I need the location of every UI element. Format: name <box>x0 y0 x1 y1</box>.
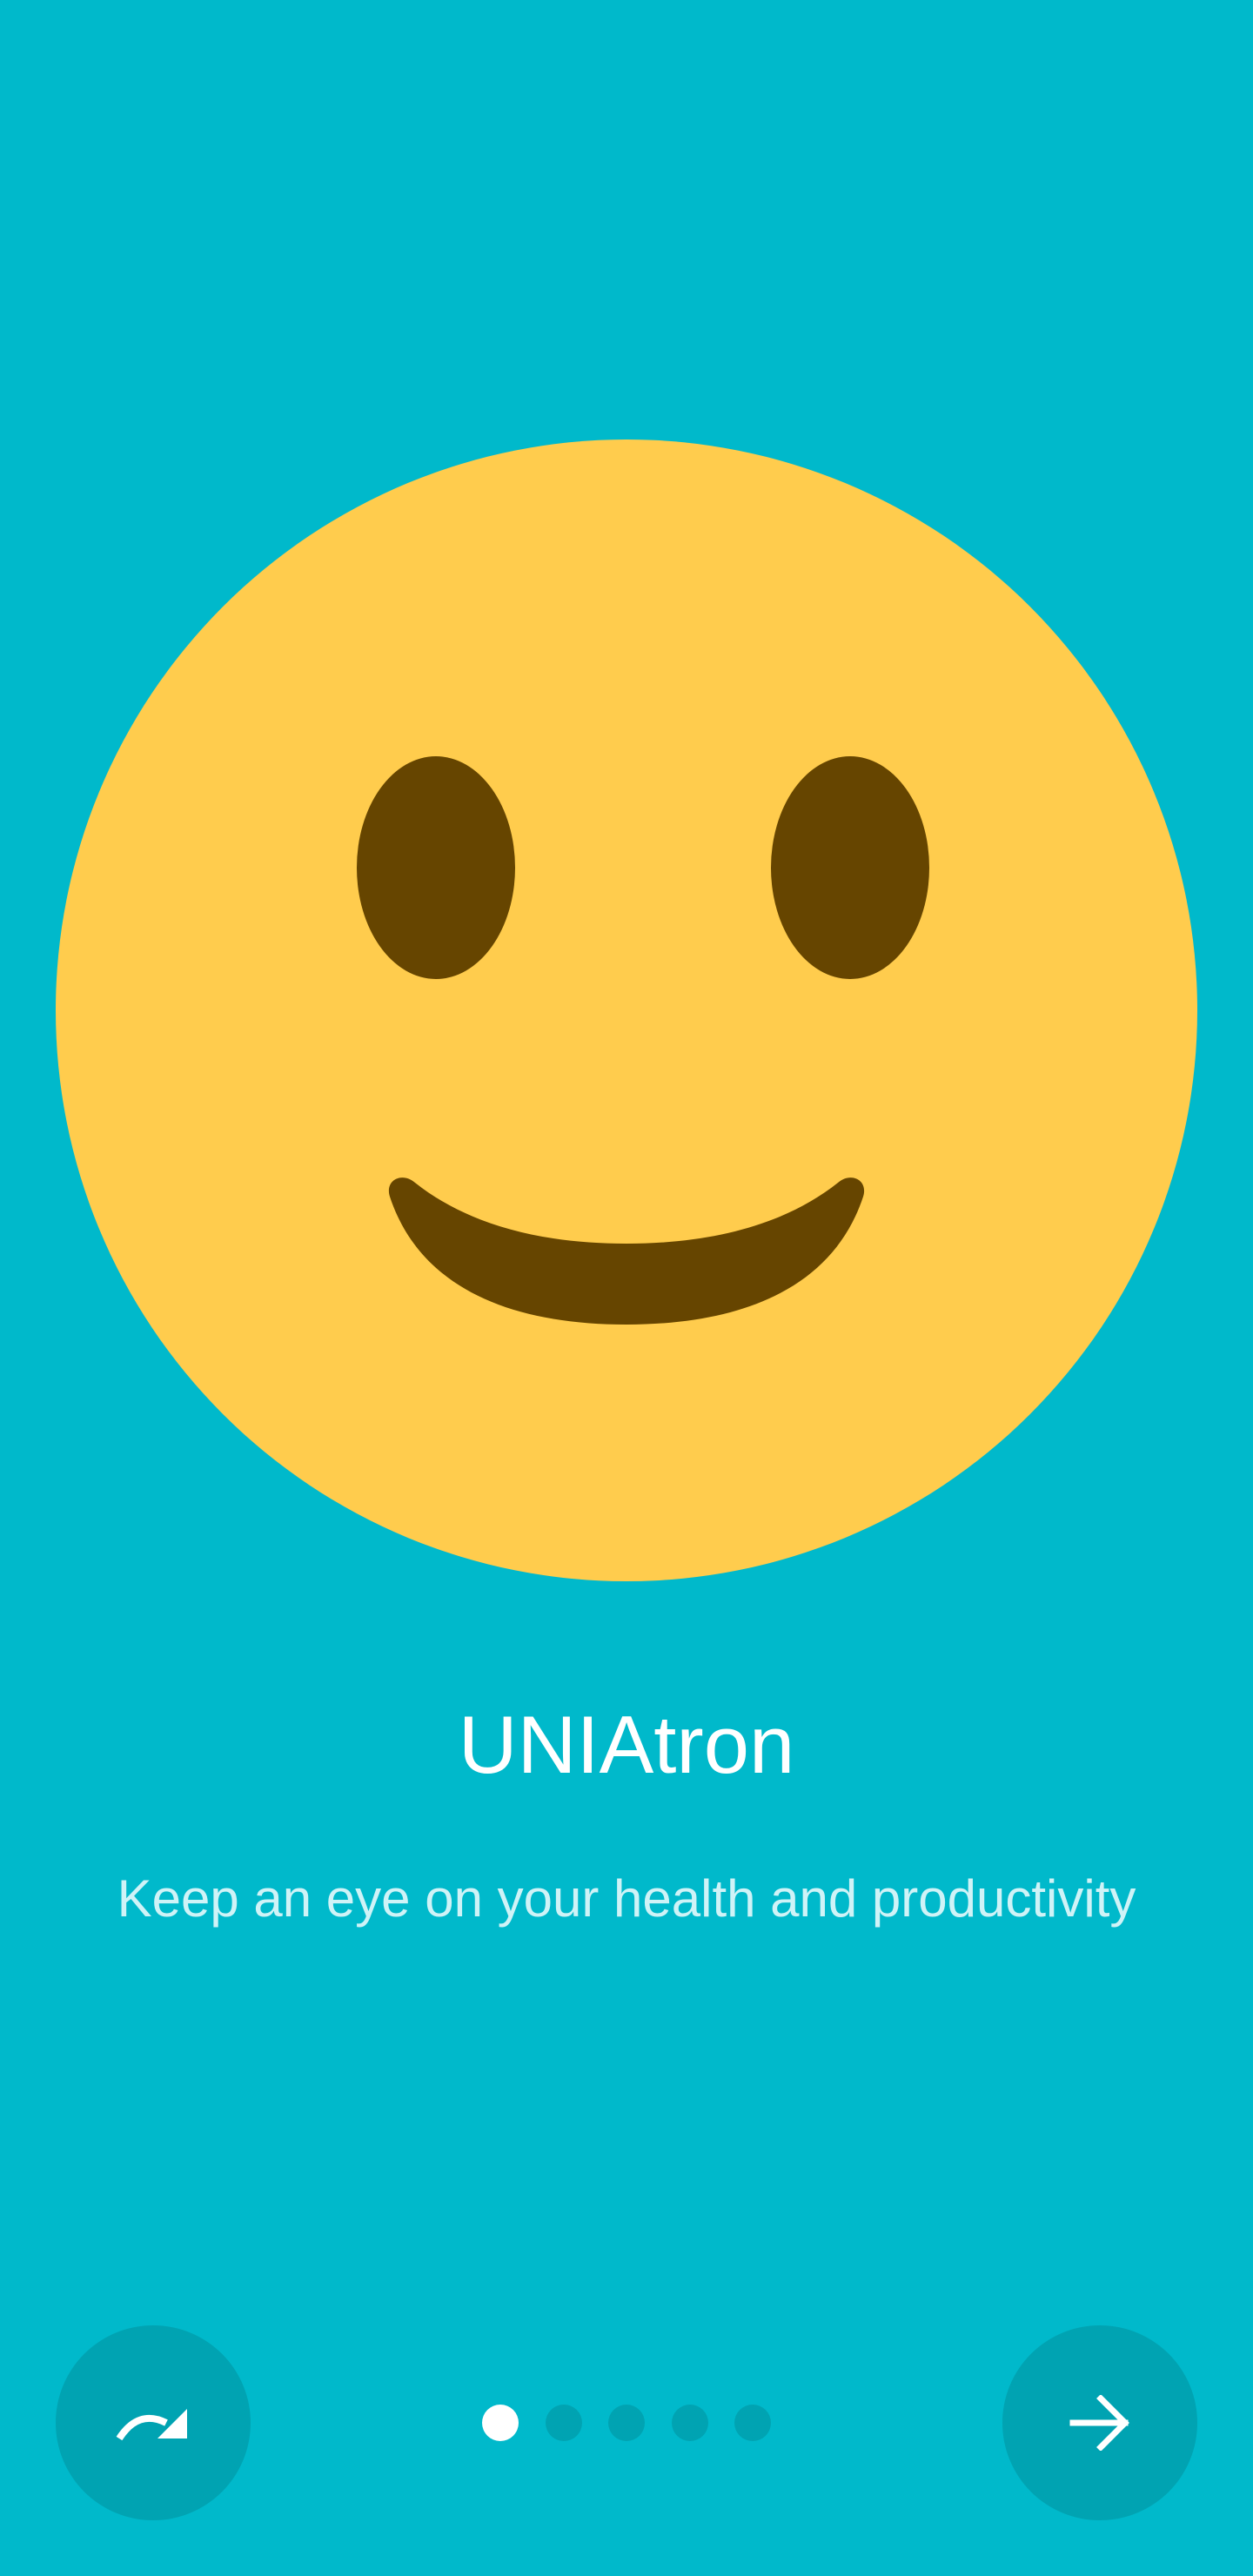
page-dot-4[interactable] <box>671 2405 708 2441</box>
app-tagline: Keep an eye on your health and productiv… <box>117 1869 1136 1928</box>
next-button[interactable] <box>1002 2325 1197 2520</box>
emoji-left-eye <box>357 756 515 979</box>
page-dot-1[interactable] <box>482 2405 519 2441</box>
emoji-face <box>56 439 1197 1581</box>
page-dot-2[interactable] <box>545 2405 582 2441</box>
page-dot-3[interactable] <box>608 2405 645 2441</box>
smiley-face-illustration <box>56 439 1197 1581</box>
arrow-right-icon <box>1069 2395 1130 2451</box>
page-indicator <box>482 2404 771 2442</box>
skip-button[interactable] <box>56 2325 251 2520</box>
redo-arrow-icon <box>114 2400 192 2445</box>
emoji-right-eye <box>771 756 929 979</box>
app-title: UNIAtron <box>458 1699 795 1790</box>
page-dot-5[interactable] <box>734 2405 771 2441</box>
